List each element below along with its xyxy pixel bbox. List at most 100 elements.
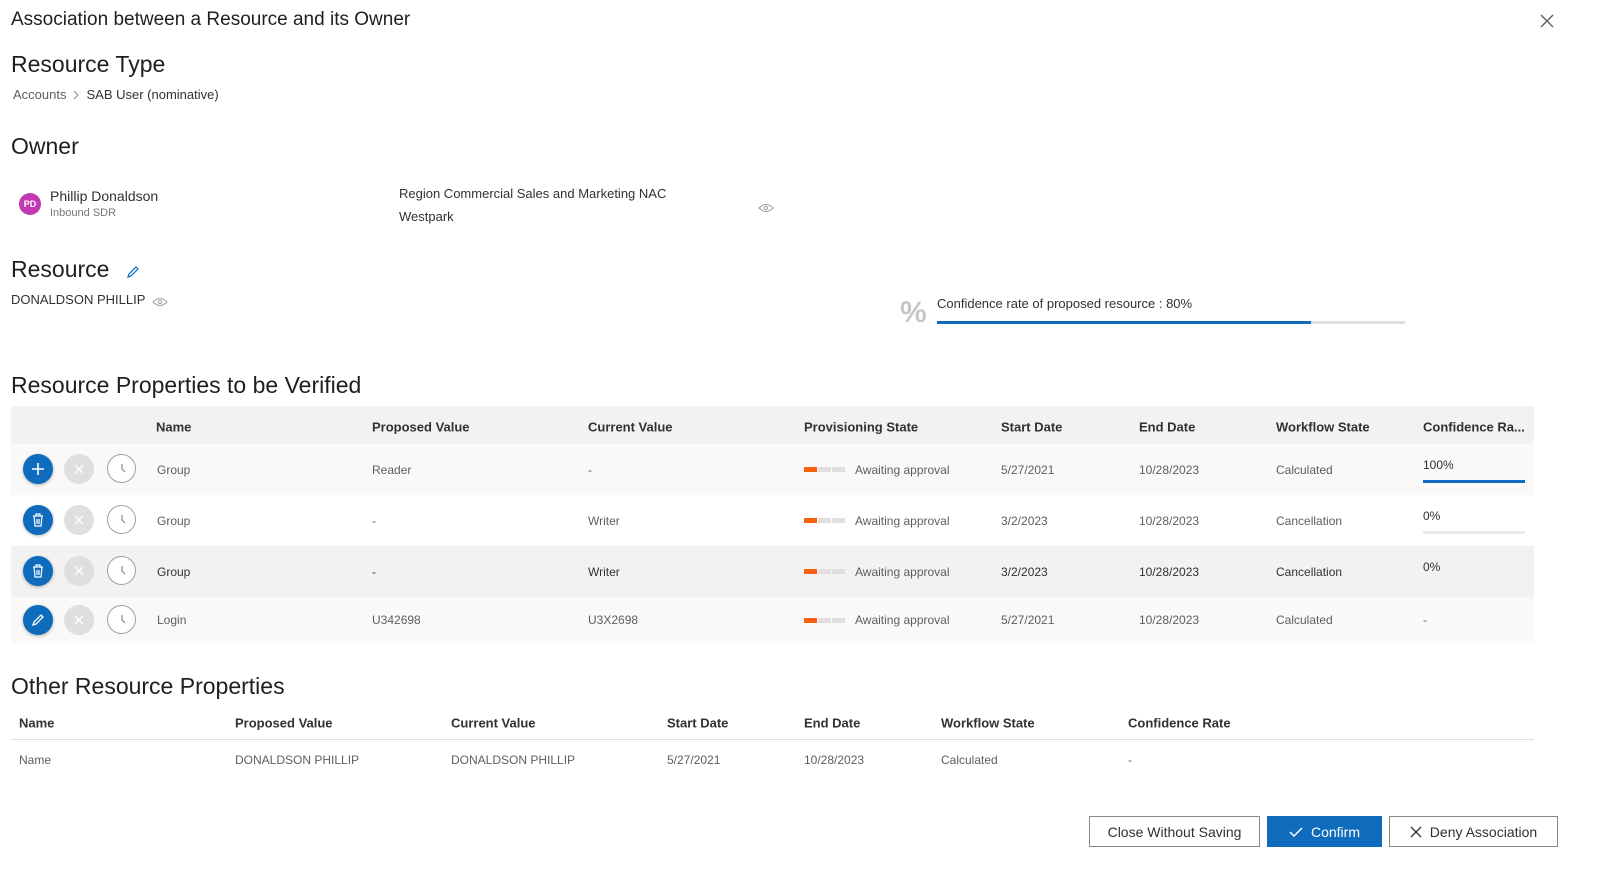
close-icon xyxy=(74,464,84,474)
col-confidence-rate[interactable]: Confidence Ra... xyxy=(1423,420,1525,435)
col-confidence-rate[interactable]: Confidence Rate xyxy=(1128,716,1231,731)
cell-workflow-state: Cancellation xyxy=(1276,513,1343,528)
breadcrumb-item-current: SAB User (nominative) xyxy=(86,87,219,102)
owner-organization: Region Commercial Sales and Marketing NA… xyxy=(399,186,667,201)
col-end-date[interactable]: End Date xyxy=(804,716,860,731)
edit-button[interactable] xyxy=(23,605,53,635)
cell-confidence-rate: - xyxy=(1128,753,1132,767)
cell-end-date: 10/28/2023 xyxy=(804,753,865,767)
cell-confidence-rate: 0% xyxy=(1423,560,1525,574)
trash-icon xyxy=(33,564,43,578)
cell-name: Name xyxy=(19,753,52,767)
close-icon[interactable] xyxy=(1536,10,1558,32)
eye-icon[interactable] xyxy=(758,200,774,218)
delete-button[interactable] xyxy=(23,556,53,586)
postpone-button[interactable] xyxy=(107,505,136,534)
close-icon xyxy=(1410,826,1422,837)
resource-heading: Resource xyxy=(11,256,110,282)
dialog-title: Association between a Resource and its O… xyxy=(11,9,411,30)
cell-confidence-rate: - xyxy=(1423,613,1427,627)
breadcrumb-item-accounts[interactable]: Accounts xyxy=(13,87,66,102)
owner-name[interactable]: Phillip Donaldson xyxy=(50,188,158,204)
postpone-button[interactable] xyxy=(107,556,136,585)
col-current-value[interactable]: Current Value xyxy=(588,420,673,435)
cell-provisioning-state: Awaiting approval xyxy=(804,514,950,528)
deny-association-button[interactable]: Deny Association xyxy=(1389,816,1558,847)
cell-name: Group xyxy=(157,513,191,528)
reject-button[interactable] xyxy=(64,556,94,586)
cell-confidence-rate: 100% xyxy=(1423,458,1525,483)
cell-confidence-rate: 0% xyxy=(1423,509,1525,534)
eye-icon[interactable] xyxy=(152,294,168,312)
cell-start-date: 5/27/2021 xyxy=(1001,613,1055,627)
clock-icon xyxy=(120,565,125,574)
cell-current-value: U3X2698 xyxy=(588,613,639,627)
col-proposed-value[interactable]: Proposed Value xyxy=(235,716,333,731)
close-icon xyxy=(74,566,84,576)
reject-button[interactable] xyxy=(64,454,94,484)
provisioning-progress xyxy=(804,569,845,574)
pencil-icon xyxy=(31,614,44,627)
cell-workflow-state: Calculated xyxy=(941,753,998,767)
reject-button[interactable] xyxy=(64,605,94,635)
cell-start-date: 3/2/2023 xyxy=(1001,564,1048,579)
col-end-date[interactable]: End Date xyxy=(1139,420,1195,435)
owner-role: Inbound SDR xyxy=(50,207,117,219)
owner-heading: Owner xyxy=(11,133,79,159)
cell-provisioning-state: Awaiting approval xyxy=(804,463,950,477)
avatar: PD xyxy=(19,193,41,215)
delete-button[interactable] xyxy=(23,505,53,535)
cell-end-date: 10/28/2023 xyxy=(1139,613,1200,627)
add-button[interactable] xyxy=(23,454,53,484)
col-name[interactable]: Name xyxy=(19,716,54,731)
resource-type-heading: Resource Type xyxy=(11,51,166,77)
provisioning-label: Awaiting approval xyxy=(855,564,950,579)
confirm-button[interactable]: Confirm xyxy=(1267,816,1382,847)
confidence-bar xyxy=(1423,531,1525,534)
provisioning-progress xyxy=(804,617,845,623)
confidence-label: Confidence rate of proposed resource : 8… xyxy=(937,296,1193,311)
percent-icon: % xyxy=(900,296,927,329)
postpone-button[interactable] xyxy=(107,605,136,634)
deny-association-label: Deny Association xyxy=(1429,823,1538,840)
col-start-date[interactable]: Start Date xyxy=(667,716,728,731)
plus-icon xyxy=(32,463,44,475)
cell-proposed-value: U342698 xyxy=(372,613,421,627)
confidence-bar xyxy=(1423,480,1525,483)
close-icon xyxy=(74,615,84,625)
col-name[interactable]: Name xyxy=(156,420,191,435)
pencil-icon[interactable] xyxy=(126,265,140,284)
table-row[interactable]: Name DONALDSON PHILLIP DONALDSON PHILLIP… xyxy=(11,740,1534,780)
cell-end-date: 10/28/2023 xyxy=(1139,564,1200,579)
col-current-value[interactable]: Current Value xyxy=(451,716,536,731)
clock-icon xyxy=(120,463,125,472)
col-proposed-value[interactable]: Proposed Value xyxy=(372,420,470,435)
table-row[interactable]: Login U342698 U3X2698 Awaiting approval … xyxy=(11,597,1534,643)
col-provisioning-state[interactable]: Provisioning State xyxy=(804,420,918,435)
cell-current-value: - xyxy=(588,462,592,477)
col-workflow-state[interactable]: Workflow State xyxy=(941,716,1035,731)
confidence-value: 0% xyxy=(1423,509,1441,523)
cell-workflow-state: Calculated xyxy=(1276,462,1333,477)
cell-workflow-state: Cancellation xyxy=(1276,564,1343,579)
cell-start-date: 3/2/2023 xyxy=(1001,513,1048,528)
other-table-header: Name Proposed Value Current Value Start … xyxy=(11,708,1534,740)
cell-provisioning-state: Awaiting approval xyxy=(804,613,950,627)
clock-icon xyxy=(120,614,125,623)
table-row[interactable]: Group - Writer Awaiting approval 3/2/202… xyxy=(11,546,1534,597)
cell-name: Group xyxy=(157,564,191,579)
close-without-saving-button[interactable]: Close Without Saving xyxy=(1089,816,1260,847)
cell-end-date: 10/28/2023 xyxy=(1139,462,1200,477)
cell-start-date: 5/27/2021 xyxy=(1001,462,1055,477)
col-workflow-state[interactable]: Workflow State xyxy=(1276,420,1370,435)
col-start-date[interactable]: Start Date xyxy=(1001,420,1062,435)
provisioning-label: Awaiting approval xyxy=(855,513,950,528)
confidence-value: 100% xyxy=(1423,458,1454,472)
postpone-button[interactable] xyxy=(107,454,136,483)
table-row[interactable]: Group Reader - Awaiting approval 5/27/20… xyxy=(11,444,1534,495)
close-icon xyxy=(74,515,84,525)
reject-button[interactable] xyxy=(64,505,94,535)
table-row[interactable]: Group - Writer Awaiting approval 3/2/202… xyxy=(11,495,1534,546)
cell-current-value: Writer xyxy=(588,564,620,579)
confirm-label: Confirm xyxy=(1310,823,1360,840)
